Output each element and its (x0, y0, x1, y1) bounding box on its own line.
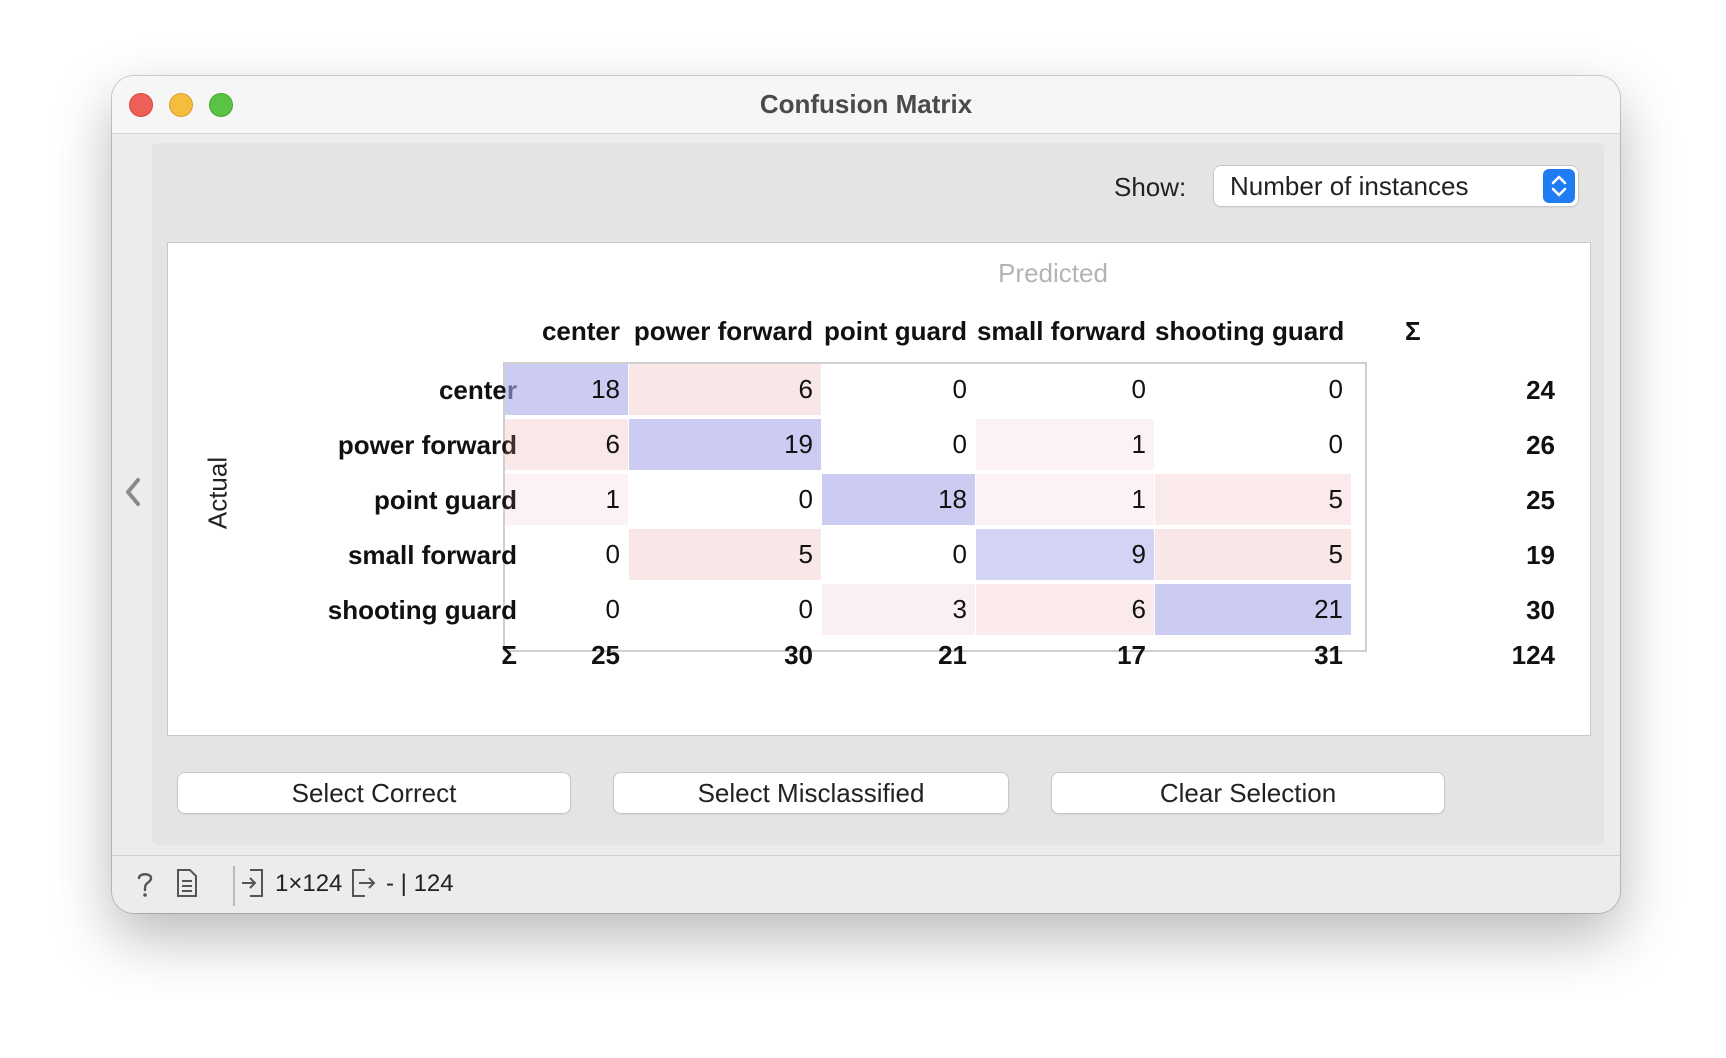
report-icon[interactable] (176, 868, 198, 898)
column-sum: 21 (938, 640, 967, 670)
matrix-cell[interactable]: 0 (822, 364, 975, 415)
column-header[interactable]: power forward (629, 316, 813, 347)
matrix-cell[interactable]: 21 (1155, 584, 1351, 635)
matrix-cell[interactable]: 18 (822, 474, 975, 525)
status-bar: 1×124 - | 124 (112, 855, 1620, 913)
row-sum: 25 (1526, 485, 1555, 515)
matrix-cell[interactable]: 1 (976, 474, 1154, 525)
matrix-cell[interactable]: 0 (1155, 364, 1351, 415)
output-summary: - | 124 (386, 870, 454, 897)
matrix-cell[interactable]: 19 (629, 419, 821, 470)
row-sum: 24 (1526, 375, 1555, 405)
matrix-cell[interactable]: 0 (822, 419, 975, 470)
column-header[interactable]: shooting guard (1155, 316, 1344, 347)
matrix-cell[interactable]: 0 (505, 529, 628, 580)
status-divider (233, 866, 235, 906)
column-sum: 25 (591, 640, 620, 670)
select-correct-button[interactable]: Select Correct (178, 773, 570, 813)
matrix-cell[interactable]: 6 (629, 364, 821, 415)
grand-total: 124 (1511, 640, 1555, 670)
row-sum-header: Σ (1405, 316, 1421, 346)
matrix-cell[interactable]: 3 (822, 584, 975, 635)
matrix-cell[interactable]: 0 (1155, 419, 1351, 470)
confusion-matrix: Predicted Actual center power forward poin… (167, 242, 1591, 736)
main-panel: Show: Number of instances Predicted Actu… (152, 143, 1604, 845)
help-icon[interactable] (132, 868, 158, 900)
matrix-cell[interactable]: 18 (505, 364, 628, 415)
row-header[interactable]: shooting guard (328, 595, 517, 626)
show-select-value: Number of instances (1230, 171, 1469, 201)
output-icon (352, 869, 376, 897)
actual-axis-label: Actual (202, 456, 233, 530)
matrix-cell[interactable]: 6 (505, 419, 628, 470)
matrix-cell[interactable]: 5 (629, 529, 821, 580)
confusion-matrix-window: Confusion Matrix Show: Number of instanc… (112, 76, 1620, 913)
matrix-cell[interactable]: 0 (629, 474, 821, 525)
row-sum: 26 (1526, 430, 1555, 460)
input-icon (242, 869, 263, 897)
matrix-cell[interactable]: 5 (1155, 529, 1351, 580)
column-header[interactable]: center (505, 316, 620, 347)
collapse-arrow-icon[interactable] (122, 474, 144, 510)
clear-selection-button[interactable]: Clear Selection (1052, 773, 1444, 813)
column-header[interactable]: small forward (976, 316, 1146, 347)
column-sum: 31 (1314, 640, 1343, 670)
matrix-cell[interactable]: 9 (976, 529, 1154, 580)
column-sum: 17 (1117, 640, 1146, 670)
row-sum: 19 (1526, 540, 1555, 570)
input-summary: 1×124 (275, 870, 343, 897)
matrix-cell[interactable]: 6 (976, 584, 1154, 635)
window-title: Confusion Matrix (759, 89, 973, 119)
column-sum: 30 (784, 640, 813, 670)
row-header[interactable]: power forward (338, 430, 517, 461)
show-label: Show: (1114, 172, 1187, 202)
matrix-cell[interactable]: 1 (976, 419, 1154, 470)
row-header[interactable]: point guard (374, 485, 517, 516)
matrix-cell[interactable]: 0 (822, 529, 975, 580)
stepper-icon[interactable] (1543, 169, 1575, 203)
predicted-axis-label: Predicted (998, 258, 1108, 288)
matrix-cell[interactable]: 0 (976, 364, 1154, 415)
title-bar: Confusion Matrix (112, 76, 1620, 134)
show-select[interactable]: Number of instances (1214, 166, 1578, 206)
row-header[interactable]: small forward (348, 540, 517, 571)
matrix-cell[interactable]: 1 (505, 474, 628, 525)
column-header[interactable]: point guard (822, 316, 967, 347)
select-misclassified-button[interactable]: Select Misclassified (614, 773, 1008, 813)
matrix-cell[interactable]: 0 (505, 584, 628, 635)
matrix-cell[interactable]: 0 (629, 584, 821, 635)
matrix-cell[interactable]: 5 (1155, 474, 1351, 525)
row-sum: 30 (1526, 595, 1555, 625)
